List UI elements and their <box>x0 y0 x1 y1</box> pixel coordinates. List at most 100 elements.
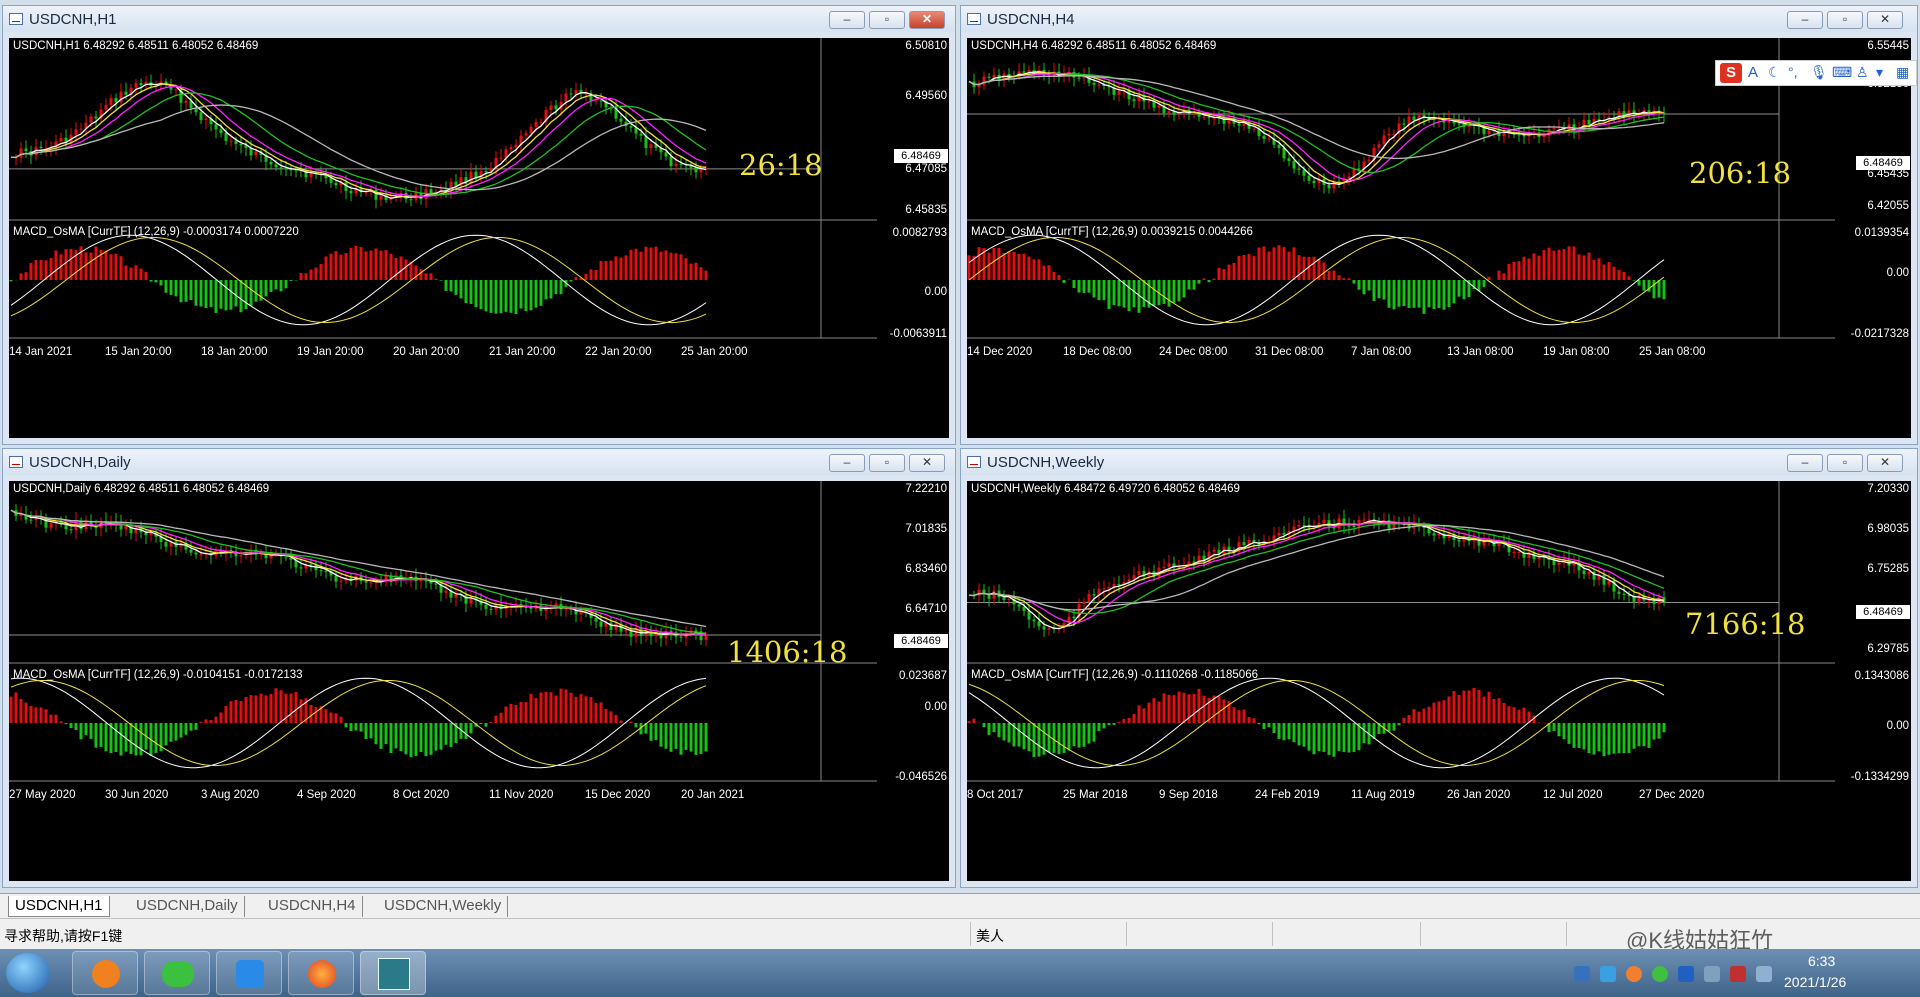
tray-wechat-icon[interactable] <box>1652 966 1668 982</box>
date-label: 25 Mar 2018 <box>1063 789 1128 801</box>
macd-histogram-bar <box>1467 690 1471 723</box>
chart-window-h4[interactable]: USDCNH,H4 – ▫ ✕ USDCNH,H4 6.48292 6.4851… <box>960 5 1918 445</box>
tray-app-icon[interactable] <box>1600 966 1616 982</box>
keyboard-icon[interactable]: ⌨ <box>1832 64 1852 81</box>
tray-app-icon[interactable] <box>1574 966 1590 982</box>
taskbar-app-button[interactable] <box>72 951 138 995</box>
chart-area[interactable]: USDCNH,Daily 6.48292 6.48511 6.48052 6.4… <box>9 481 949 881</box>
chart-area[interactable]: USDCNH,H1 6.48292 6.48511 6.48052 6.4846… <box>9 38 949 438</box>
macd-histogram-bar <box>619 257 623 280</box>
macd-histogram-bar <box>324 256 328 280</box>
ime-logo-icon[interactable]: S <box>1720 63 1742 83</box>
macd-histogram-bar <box>1217 696 1221 723</box>
macd-histogram-bar <box>1607 262 1611 280</box>
macd-histogram-bar <box>1147 702 1151 723</box>
macd-histogram-bar <box>1312 256 1316 280</box>
macd-histogram-bar <box>1582 255 1586 280</box>
minimize-button[interactable]: – <box>1787 454 1823 472</box>
titlebar[interactable]: USDCNH,Weekly – ▫ ✕ <box>961 449 1917 475</box>
ime-mode-label[interactable]: A <box>1748 64 1758 81</box>
shirt-icon[interactable]: ▾ <box>1876 64 1883 81</box>
person-icon[interactable]: ♙ <box>1856 64 1869 81</box>
tray-network-icon[interactable] <box>1704 966 1720 982</box>
ime-toolbar[interactable]: S A ☾ °, 🎙 ⌨ ♙ ▾ ▦ <box>1715 60 1917 86</box>
tab-usdcnh-weekly[interactable]: USDCNH,Weekly <box>378 896 509 917</box>
taskbar-app-button[interactable] <box>144 951 210 995</box>
chart-area[interactable]: USDCNH,H4 6.48292 6.48511 6.48052 6.4846… <box>967 38 1911 438</box>
tab-usdcnh-daily[interactable]: USDCNH,Daily <box>130 896 245 917</box>
macd-histogram-bar <box>1432 280 1436 309</box>
macd-histogram-bar <box>1272 247 1276 280</box>
taskbar-app-button[interactable] <box>216 951 282 995</box>
moving-average-line <box>10 509 707 634</box>
macd-histogram-bar <box>484 280 488 312</box>
clock-date[interactable]: 2021/1/26 <box>1784 974 1846 990</box>
moon-icon[interactable]: ☾ <box>1768 64 1781 81</box>
macd-axis-label: -0.046526 <box>895 771 947 783</box>
candle-body <box>594 100 598 102</box>
grid-icon[interactable]: ▦ <box>1896 64 1909 81</box>
date-axis: 14 Jan 2021 15 Jan 20:00 18 Jan 20:00 19… <box>9 346 949 366</box>
candle-body <box>334 575 338 582</box>
macd-histogram-bar <box>329 253 333 280</box>
microphone-icon[interactable]: 🎙 <box>1810 64 1828 81</box>
macd-histogram-bar <box>1657 280 1661 298</box>
maximize-button[interactable]: ▫ <box>1827 11 1863 29</box>
status-divider <box>1566 922 1567 946</box>
minimize-button[interactable]: – <box>829 454 865 472</box>
macd-histogram-bar <box>544 280 548 300</box>
window-title: USDCNH,H4 <box>987 11 1075 28</box>
maximize-button[interactable]: ▫ <box>1827 454 1863 472</box>
minimize-button[interactable]: – <box>829 11 865 29</box>
candle-body <box>639 133 643 136</box>
macd-histogram-bar <box>987 252 991 280</box>
macd-histogram-bar <box>1422 280 1426 314</box>
tray-volume-icon[interactable] <box>1730 966 1746 982</box>
chart-window-weekly[interactable]: USDCNH,Weekly – ▫ ✕ USDCNH,Weekly 6.4847… <box>960 448 1918 888</box>
titlebar[interactable]: USDCNH,H1 – ▫ ✕ <box>3 6 955 32</box>
maximize-button[interactable]: ▫ <box>869 454 905 472</box>
candle-body <box>569 93 573 95</box>
macd-histogram-bar <box>1212 278 1216 280</box>
profile-status-text[interactable]: 美人 <box>976 926 1004 946</box>
clock-time[interactable]: 6:33 <box>1808 953 1835 969</box>
chart-window-h1[interactable]: USDCNH,H1 – ▫ ✕ USDCNH,H1 6.48292 6.4851… <box>2 5 956 445</box>
chart-window-daily[interactable]: USDCNH,Daily – ▫ ✕ USDCNH,Daily 6.48292 … <box>2 448 956 888</box>
candle-body <box>1157 105 1161 108</box>
close-button[interactable]: ✕ <box>1867 454 1903 472</box>
tray-signal-icon[interactable] <box>1756 966 1772 982</box>
taskbar-app-button[interactable] <box>288 951 354 995</box>
macd-histogram-bar <box>1562 249 1566 280</box>
taskbar-app-button[interactable] <box>360 951 426 995</box>
candle-body <box>1092 82 1096 85</box>
chart-area[interactable]: USDCNH,Weekly 6.48472 6.49720 6.48052 6.… <box>967 481 1911 881</box>
macd-histogram-bar <box>1042 265 1046 280</box>
macd-histogram-bar <box>704 270 708 280</box>
titlebar[interactable]: USDCNH,H4 – ▫ ✕ <box>961 6 1917 32</box>
tray-app-icon[interactable] <box>1626 966 1642 982</box>
punctuation-icon[interactable]: °, <box>1788 64 1798 80</box>
macd-histogram-bar <box>1247 254 1251 280</box>
tray-shield-icon[interactable] <box>1678 966 1694 982</box>
minimize-button[interactable]: – <box>1787 11 1823 29</box>
start-button-icon[interactable] <box>6 953 50 993</box>
macd-histogram-bar <box>344 723 348 728</box>
macd-histogram-bar <box>314 267 318 280</box>
macd-histogram-bar <box>1547 247 1551 280</box>
macd-title-label: MACD_OsMA [CurrTF] (12,26,9) -0.0003174 … <box>13 226 299 238</box>
close-button[interactable]: ✕ <box>909 11 945 29</box>
candle-body <box>1542 135 1546 137</box>
tab-usdcnh-h4[interactable]: USDCNH,H4 <box>262 896 363 917</box>
macd-histogram-bar <box>374 248 378 280</box>
candle-body <box>599 100 603 102</box>
titlebar[interactable]: USDCNH,Daily – ▫ ✕ <box>3 449 955 475</box>
date-label: 19 Jan 20:00 <box>297 346 364 358</box>
candle-body <box>609 622 613 630</box>
close-button[interactable]: ✕ <box>909 454 945 472</box>
macd-histogram-bar <box>49 714 53 723</box>
close-button[interactable]: ✕ <box>1867 11 1903 29</box>
candle-body <box>29 519 33 521</box>
maximize-button[interactable]: ▫ <box>869 11 905 29</box>
macd-histogram-bar <box>1502 273 1506 280</box>
tab-usdcnh-h1[interactable]: USDCNH,H1 <box>8 896 110 917</box>
